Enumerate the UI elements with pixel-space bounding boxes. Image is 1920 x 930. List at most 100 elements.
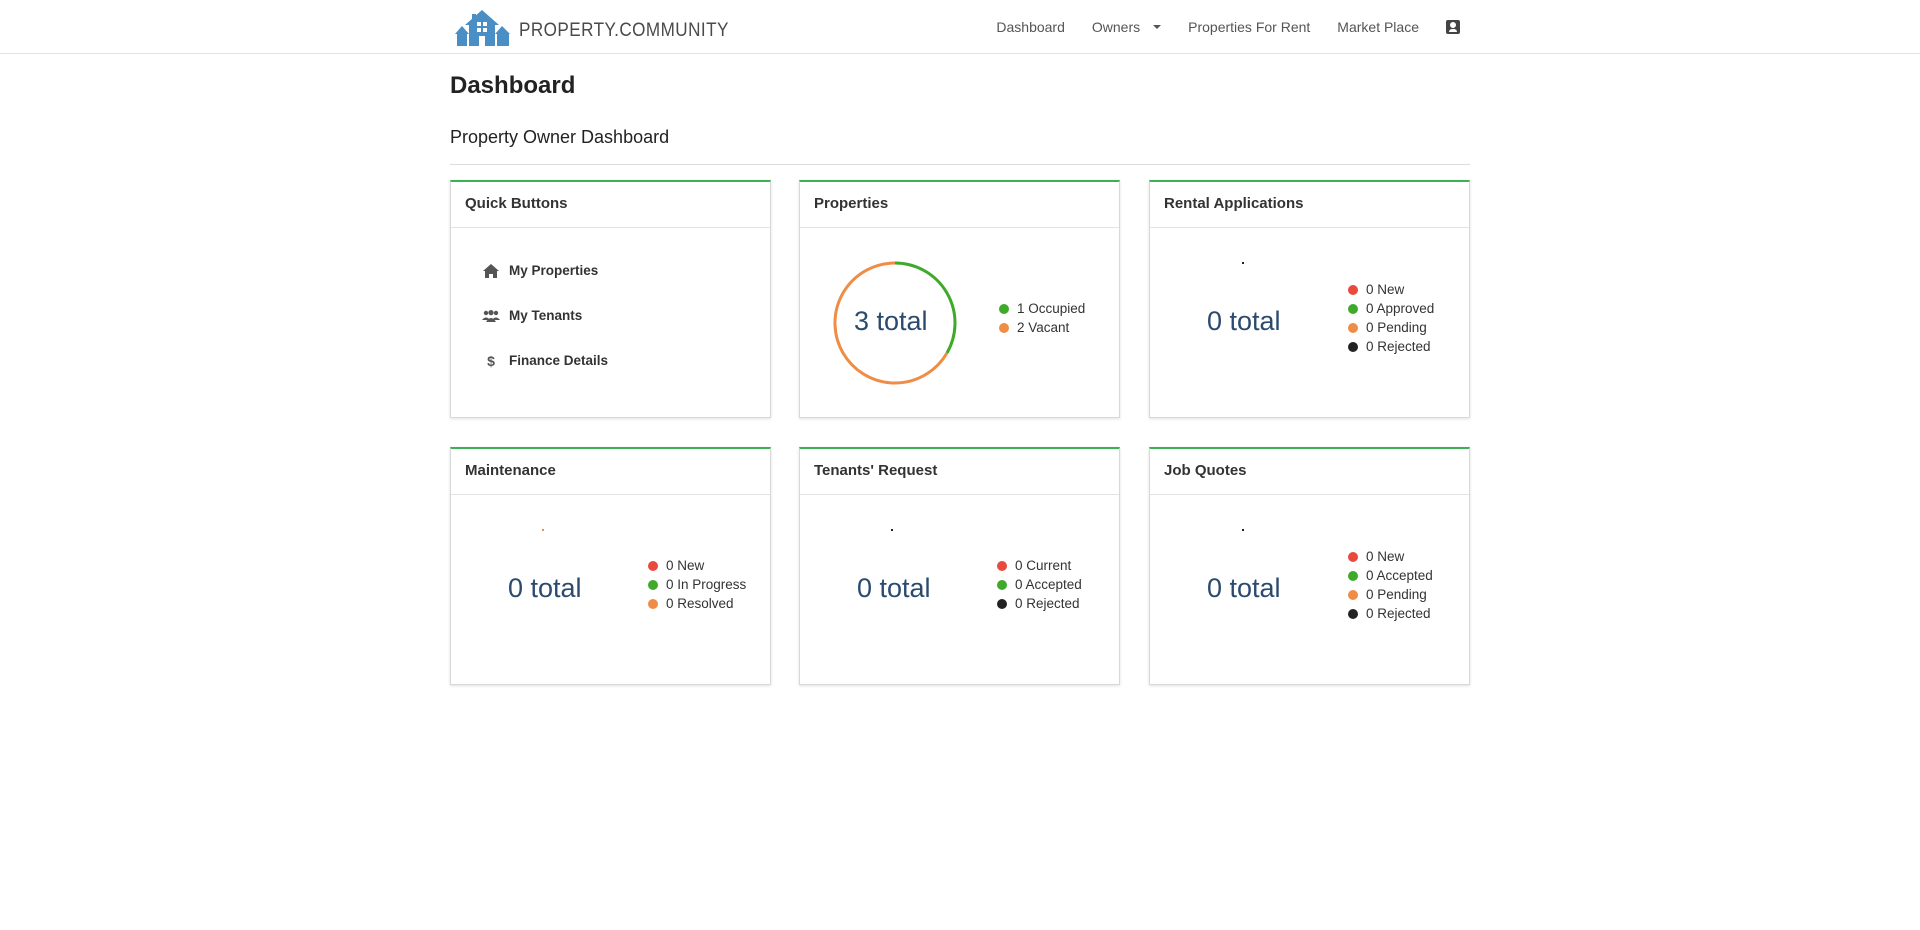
maintenance-card: Maintenance 0 total 0 New 0 In Progress … bbox=[450, 447, 771, 685]
nav-link-owners-label: Owners bbox=[1091, 19, 1141, 35]
legend-label: 1 Occupied bbox=[1017, 301, 1086, 316]
nav-links: Dashboard Owners Properties For Rent Mar… bbox=[969, 0, 1470, 54]
status-dot bbox=[997, 579, 1007, 590]
status-dot bbox=[1348, 589, 1358, 600]
status-dot bbox=[999, 322, 1009, 333]
job-quotes-total: 0 total bbox=[1207, 573, 1281, 603]
legend-item-rejected: 0 Rejected bbox=[1348, 337, 1434, 356]
status-dot bbox=[997, 598, 1007, 609]
nav-link-market-place[interactable]: Market Place bbox=[1337, 19, 1419, 35]
top-navbar: PROPERTY.COMMUNITY Dashboard Owners Prop… bbox=[0, 0, 1920, 54]
rental-applications-total: 0 total bbox=[1207, 306, 1281, 336]
properties-total: 3 total bbox=[854, 306, 928, 336]
status-dot bbox=[999, 303, 1009, 314]
brand-name: PROPERTY.COMMUNITY bbox=[519, 20, 729, 41]
status-dot bbox=[1348, 570, 1358, 581]
users-icon bbox=[481, 309, 501, 322]
quick-buttons-list: My Properties My Tenants $ Finance Detai… bbox=[451, 228, 770, 383]
legend-label: 0 Resolved bbox=[666, 596, 734, 611]
job-quotes-legend: 0 New 0 Accepted 0 Pending 0 Rejected bbox=[1348, 547, 1433, 623]
status-dot bbox=[997, 560, 1007, 571]
legend-item-new: 0 New bbox=[1348, 280, 1434, 299]
job-quotes-card: Job Quotes 0 total 0 New 0 Accepted 0 Pe… bbox=[1149, 447, 1470, 685]
legend-item-approved: 0 Approved bbox=[1348, 299, 1434, 318]
my-properties-label: My Properties bbox=[509, 263, 599, 278]
legend-item-accepted: 0 Accepted bbox=[997, 575, 1082, 594]
my-properties-button[interactable]: My Properties bbox=[451, 248, 770, 293]
navbar-container: PROPERTY.COMMUNITY Dashboard Owners Prop… bbox=[450, 0, 1470, 54]
legend-label: 0 Approved bbox=[1366, 301, 1435, 316]
user-card-icon[interactable] bbox=[1446, 20, 1460, 34]
maintenance-legend: 0 New 0 In Progress 0 Resolved bbox=[648, 556, 746, 613]
legend-item-accepted: 0 Accepted bbox=[1348, 566, 1433, 585]
legend-label: 2 Vacant bbox=[1017, 320, 1070, 335]
empty-chart-marker bbox=[1242, 262, 1244, 264]
card-title: Rental Applications bbox=[1150, 182, 1469, 228]
rental-applications-legend: 0 New 0 Approved 0 Pending 0 Rejected bbox=[1348, 280, 1434, 356]
status-dot bbox=[648, 560, 658, 571]
legend-item-rejected: 0 Rejected bbox=[997, 594, 1082, 613]
legend-label: 0 Current bbox=[1015, 558, 1072, 573]
legend-label: 0 Accepted bbox=[1366, 568, 1433, 583]
page-title: Dashboard bbox=[450, 72, 576, 99]
home-icon bbox=[481, 263, 501, 278]
brand-logo-link[interactable]: PROPERTY.COMMUNITY bbox=[453, 4, 752, 48]
legend-item-in-progress: 0 In Progress bbox=[648, 575, 746, 594]
tenants-request-legend: 0 Current 0 Accepted 0 Rejected bbox=[997, 556, 1082, 613]
finance-details-label: Finance Details bbox=[509, 353, 609, 368]
tenants-request-card: Tenants' Request 0 total 0 Current 0 Acc… bbox=[799, 447, 1120, 685]
empty-chart-marker bbox=[542, 529, 544, 531]
legend-item-new: 0 New bbox=[648, 556, 746, 575]
card-title: Job Quotes bbox=[1150, 449, 1469, 495]
finance-details-button[interactable]: $ Finance Details bbox=[451, 338, 770, 383]
legend-item-rejected: 0 Rejected bbox=[1348, 604, 1433, 623]
status-dot bbox=[1348, 551, 1358, 562]
card-title: Tenants' Request bbox=[800, 449, 1119, 495]
chevron-down-icon bbox=[1153, 25, 1162, 29]
dollar-icon: $ bbox=[487, 352, 495, 369]
maintenance-total: 0 total bbox=[508, 573, 582, 603]
status-dot bbox=[1348, 322, 1358, 333]
legend-item-occupied: 1 Occupied bbox=[999, 299, 1085, 318]
legend-item-new: 0 New bbox=[1348, 547, 1433, 566]
section-divider bbox=[450, 164, 1470, 165]
my-tenants-label: My Tenants bbox=[509, 308, 583, 323]
legend-label: 0 Pending bbox=[1366, 320, 1427, 335]
legend-label: 0 Rejected bbox=[1366, 606, 1431, 621]
status-dot bbox=[1348, 608, 1358, 619]
nav-link-dashboard[interactable]: Dashboard bbox=[996, 19, 1065, 35]
legend-label: 0 Pending bbox=[1366, 587, 1427, 602]
nav-link-owners[interactable]: Owners bbox=[1091, 19, 1162, 35]
status-dot bbox=[648, 579, 658, 590]
page-subtitle: Property Owner Dashboard bbox=[450, 127, 670, 147]
my-tenants-button[interactable]: My Tenants bbox=[451, 293, 770, 338]
quick-buttons-card: Quick Buttons My Properties My Tenants $… bbox=[450, 180, 771, 418]
rental-applications-card: Rental Applications 0 total 0 New 0 Appr… bbox=[1149, 180, 1470, 418]
legend-label: 0 Rejected bbox=[1015, 596, 1080, 611]
legend-item-vacant: 2 Vacant bbox=[999, 318, 1085, 337]
properties-card: Properties 3 total 1 Occupied 2 Vacant bbox=[799, 180, 1120, 418]
legend-label: 0 In Progress bbox=[666, 577, 747, 592]
house-logo-icon bbox=[455, 10, 510, 46]
legend-label: 0 Accepted bbox=[1015, 577, 1082, 592]
empty-chart-marker bbox=[891, 529, 893, 531]
status-dot bbox=[1348, 341, 1358, 352]
status-dot bbox=[1348, 303, 1358, 314]
legend-label: 0 New bbox=[1366, 282, 1405, 297]
card-title: Quick Buttons bbox=[451, 182, 770, 228]
card-title: Maintenance bbox=[451, 449, 770, 495]
tenants-request-total: 0 total bbox=[857, 573, 931, 603]
properties-legend: 1 Occupied 2 Vacant bbox=[999, 299, 1085, 337]
card-title: Properties bbox=[800, 182, 1119, 228]
nav-link-properties-for-rent[interactable]: Properties For Rent bbox=[1188, 19, 1310, 35]
legend-item-pending: 0 Pending bbox=[1348, 585, 1433, 604]
legend-item-pending: 0 Pending bbox=[1348, 318, 1434, 337]
legend-item-current: 0 Current bbox=[997, 556, 1082, 575]
legend-label: 0 New bbox=[1366, 549, 1405, 564]
status-dot bbox=[648, 598, 658, 609]
status-dot bbox=[1348, 284, 1358, 295]
legend-label: 0 New bbox=[666, 558, 705, 573]
empty-chart-marker bbox=[1242, 529, 1244, 531]
legend-label: 0 Rejected bbox=[1366, 339, 1431, 354]
legend-item-resolved: 0 Resolved bbox=[648, 594, 746, 613]
